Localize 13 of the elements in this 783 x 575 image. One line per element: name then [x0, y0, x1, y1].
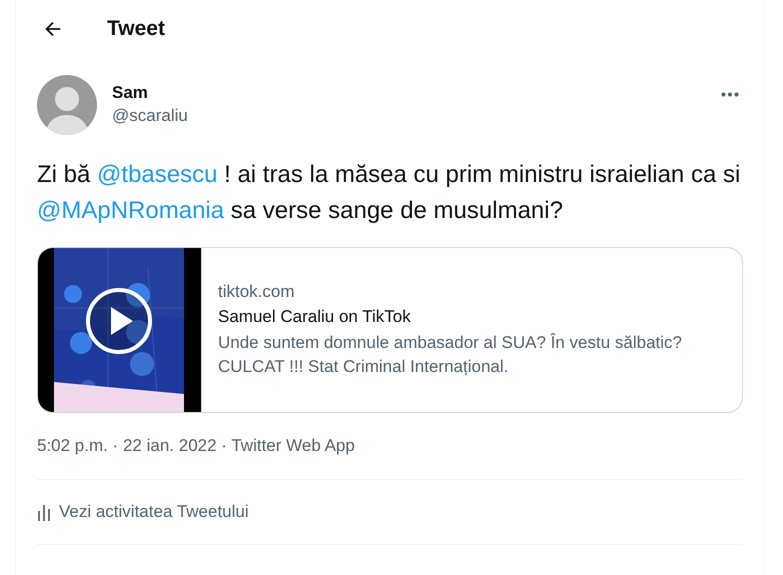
card-description: Unde suntem domnule ambasador al SUA? În vestu sălbatic? CULCAT !!! Stat Criminal Internațional. [218, 332, 683, 378]
tweet-text: Zi bă @tbasescu ! ai tras la măsea cu prim ministru israielian ca si @MApNRomania sa verse sange de musulmani? [37, 160, 742, 226]
page-title: Tweet [107, 16, 165, 40]
link-card[interactable]: tiktok.com Samuel Caraliu on TikTok Unde suntem domnule ambasador al SUA? În vestu sălbatic? CULCAT !!! Stat Criminal Internațional. [37, 247, 743, 413]
author-handle: @scaraliu [112, 105, 189, 127]
activity-link[interactable]: Vezi activitatea Tweetului [37, 480, 743, 545]
author-name: Sam [112, 82, 149, 104]
play-icon[interactable] [85, 287, 153, 355]
card-title: Samuel Caraliu on TikTok [218, 306, 412, 328]
card-domain: tiktok.com [218, 281, 296, 303]
tweet-timestamp: 5:02 p.m. · 22 ian. 2022 · Twitter Web App [37, 435, 743, 480]
more-icon [721, 92, 739, 96]
chart-icon [37, 503, 51, 521]
